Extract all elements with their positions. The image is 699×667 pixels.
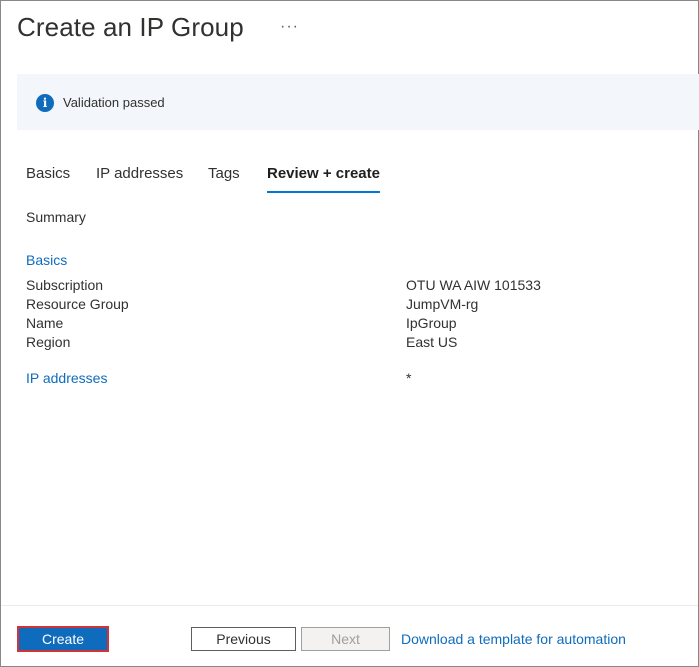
download-template-link[interactable]: Download a template for automation xyxy=(401,631,626,647)
info-icon: i xyxy=(36,94,54,112)
basics-section-title: Basics xyxy=(26,252,68,268)
tab-review-create[interactable]: Review + create xyxy=(267,165,380,193)
tab-tags[interactable]: Tags xyxy=(208,165,240,182)
subscription-label: Subscription xyxy=(26,277,104,293)
create-ip-group-blade: Create an IP Group ··· i Validation pass… xyxy=(0,0,699,667)
validation-banner: i Validation passed xyxy=(17,74,699,130)
name-value: IpGroup xyxy=(406,315,457,331)
region-value: East US xyxy=(406,334,458,350)
next-button[interactable]: Next xyxy=(301,627,390,651)
name-label: Name xyxy=(26,315,64,331)
footer-divider xyxy=(1,605,698,606)
create-button[interactable]: Create xyxy=(17,626,109,652)
previous-button[interactable]: Previous xyxy=(191,627,296,651)
resource-group-value: JumpVM-rg xyxy=(406,296,479,312)
subscription-value: OTU WA AIW 101533 xyxy=(406,277,541,293)
ellipsis-icon[interactable]: ··· xyxy=(280,18,299,36)
page-title: Create an IP Group xyxy=(17,12,244,42)
summary-heading: Summary xyxy=(26,209,86,225)
ip-addresses-section-title: IP addresses xyxy=(26,370,108,386)
validation-message: Validation passed xyxy=(63,95,165,110)
region-label: Region xyxy=(26,334,71,350)
tab-ip-addresses[interactable]: IP addresses xyxy=(96,165,183,182)
tab-basics[interactable]: Basics xyxy=(26,165,70,182)
resource-group-label: Resource Group xyxy=(26,296,129,312)
ip-addresses-value: * xyxy=(406,370,412,386)
